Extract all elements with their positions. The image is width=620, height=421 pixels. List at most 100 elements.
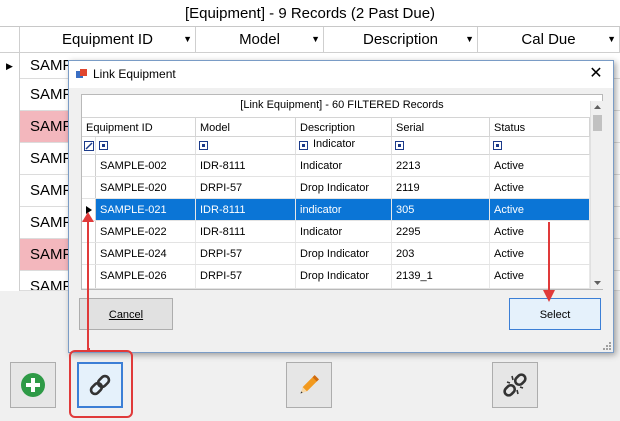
description-cell: indicator	[296, 199, 392, 220]
filter-operator-icon[interactable]	[99, 141, 108, 150]
serial-cell: 305	[392, 199, 490, 220]
equipment-id-cell: SAMP	[30, 86, 68, 103]
filter-row-header	[82, 137, 96, 155]
close-icon[interactable]: ✕	[585, 65, 607, 83]
table-row[interactable]: SAMPLE-024 DRPI-57 Drop Indicator 203 Ac…	[82, 243, 590, 265]
scroll-thumb[interactable]	[593, 115, 602, 131]
equipment-grid-title: [Equipment] - 9 Records (2 Past Due)	[0, 0, 620, 26]
equipment-id-cell: SAMPLE-026	[96, 265, 196, 288]
serial-cell: 2119	[392, 177, 490, 198]
annotation-highlight-box	[69, 350, 133, 418]
col-header-status[interactable]: Status	[490, 117, 590, 137]
description-cell: Drop Indicator	[296, 243, 392, 264]
col-header-description[interactable]: Description ▼	[324, 27, 478, 53]
description-cell: Indicator	[296, 155, 392, 176]
col-header-model[interactable]: Model ▼	[196, 27, 324, 53]
status-cell: Active	[490, 199, 590, 220]
model-cell: IDR-8111	[196, 221, 296, 242]
row-header	[82, 243, 96, 264]
description-cell: Drop Indicator	[296, 177, 392, 198]
filter-serial[interactable]	[392, 137, 490, 155]
cancel-button[interactable]: Cancel	[79, 298, 173, 330]
table-row[interactable]: SAMPLE-002 IDR-8111 Indicator 2213 Activ…	[82, 155, 590, 177]
equipment-id-cell-past-due: SAMP	[20, 239, 68, 270]
filter-operator-icon[interactable]	[299, 141, 308, 150]
model-cell: DRPI-57	[196, 265, 296, 288]
app-icon	[76, 69, 87, 78]
equipment-id-cell: SAMPLE-022	[96, 221, 196, 242]
row-header	[82, 265, 96, 288]
filter-icon[interactable]: ▼	[607, 34, 616, 44]
filter-icon[interactable]: ▼	[183, 34, 192, 44]
grid-corner	[0, 27, 20, 53]
filter-description-value[interactable]: Indicator	[313, 138, 355, 150]
col-header-model[interactable]: Model	[196, 117, 296, 137]
table-row[interactable]: SAMPLE-022 IDR-8111 Indicator 2295 Activ…	[82, 221, 590, 243]
serial-cell: 2213	[392, 155, 490, 176]
equipment-id-cell: SAMPLE-024	[96, 243, 196, 264]
col-header-cal-due[interactable]: Cal Due ▼	[478, 27, 620, 53]
status-cell: Active	[490, 155, 590, 176]
equipment-id-cell: SAMP	[30, 182, 68, 199]
select-label: Select	[539, 309, 571, 321]
equipment-id-cell: SAMP	[30, 214, 68, 231]
status-cell: Active	[490, 265, 590, 288]
scroll-up-icon[interactable]	[591, 101, 604, 113]
model-cell: DRPI-57	[196, 243, 296, 264]
annotation-line	[87, 218, 89, 348]
filter-operator-icon[interactable]	[199, 141, 208, 150]
col-header-serial[interactable]: Serial	[392, 117, 490, 137]
equipment-id-cell: SAMP	[30, 278, 68, 290]
model-cell: IDR-8111	[196, 155, 296, 176]
scroll-down-icon[interactable]	[591, 277, 604, 289]
equipment-id-cell: SAMPLE-002	[96, 155, 196, 176]
model-cell: IDR-8111	[196, 199, 296, 220]
equipment-id-cell: SAMPLE-020	[96, 177, 196, 198]
row-header	[82, 155, 96, 176]
filter-equipment-id[interactable]	[96, 137, 196, 155]
filter-description[interactable]: Indicator	[296, 137, 392, 155]
description-cell: Drop Indicator	[296, 265, 392, 288]
grid-title: [Link Equipment] - 60 FILTERED Records	[240, 99, 444, 111]
status-cell: Active	[490, 177, 590, 198]
row-header-column	[0, 79, 20, 291]
table-row[interactable]: SAMPLE-020 DRPI-57 Drop Indicator 2119 A…	[82, 177, 590, 199]
link-equipment-grid: [Link Equipment] - 60 FILTERED Records E…	[81, 94, 604, 290]
pencil-icon	[300, 375, 319, 394]
add-circle-icon	[21, 373, 45, 397]
col-header-equipment-id[interactable]: Equipment ID	[82, 117, 196, 137]
resize-grip-icon[interactable]	[601, 340, 611, 350]
serial-cell: 2295	[392, 221, 490, 242]
status-cell: Active	[490, 243, 590, 264]
link-equipment-dialog: Link Equipment ✕ [Link Equipment] - 60 F…	[68, 60, 614, 353]
table-row-selected[interactable]: SAMPLE-021 IDR-8111 indicator 305 Active	[82, 199, 590, 221]
annotation-line	[548, 222, 550, 292]
dialog-title: Link Equipment	[93, 67, 176, 81]
filter-operator-icon[interactable]	[493, 141, 502, 150]
equipment-id-cell: SAMPLE-021	[96, 199, 196, 220]
equipment-id-cell: SAMPLE-010	[30, 57, 68, 74]
status-cell: Active	[490, 221, 590, 242]
unlink-button[interactable]	[492, 362, 538, 408]
unlink-icon	[503, 373, 527, 397]
dialog-titlebar[interactable]: Link Equipment ✕	[69, 61, 613, 88]
vertical-scrollbar[interactable]	[590, 101, 604, 289]
filter-operator-icon[interactable]	[395, 141, 404, 150]
col-header-equipment-id[interactable]: Equipment ID ▼	[20, 27, 196, 53]
edit-button[interactable]	[286, 362, 332, 408]
select-button[interactable]: Select	[509, 298, 601, 330]
annotation-arrow-down-icon	[543, 290, 555, 302]
filter-status[interactable]	[490, 137, 590, 155]
row-header	[82, 221, 96, 242]
col-header-description[interactable]: Description	[296, 117, 392, 137]
serial-cell: 203	[392, 243, 490, 264]
clear-filter-icon[interactable]	[84, 141, 94, 151]
filter-icon[interactable]: ▼	[311, 34, 320, 44]
add-button[interactable]	[10, 362, 56, 408]
filter-model[interactable]	[196, 137, 296, 155]
table-row[interactable]: SAMPLE-026 DRPI-57 Drop Indicator 2139_1…	[82, 265, 590, 289]
equipment-id-cell-past-due: SAMP	[20, 111, 68, 142]
equipment-id-cell: SAMP	[30, 150, 68, 167]
description-cell: Indicator	[296, 221, 392, 242]
filter-icon[interactable]: ▼	[465, 34, 474, 44]
